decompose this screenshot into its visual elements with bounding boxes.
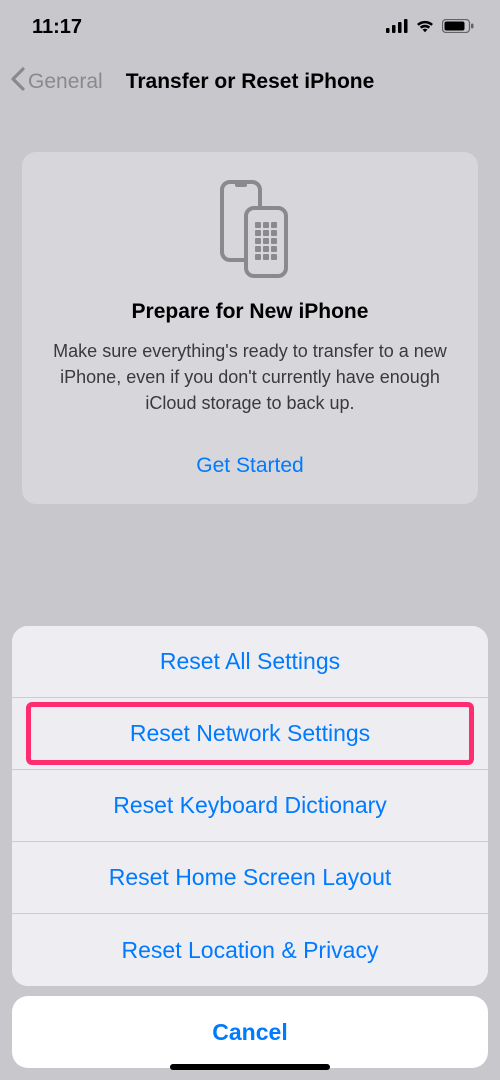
sheet-item-label: Reset Home Screen Layout: [109, 864, 392, 891]
status-time: 11:17: [32, 16, 82, 39]
reset-keyboard-dictionary-button[interactable]: Reset Keyboard Dictionary: [12, 770, 488, 842]
reset-all-settings-button[interactable]: Reset All Settings: [12, 626, 488, 698]
home-indicator[interactable]: [170, 1064, 330, 1070]
reset-network-settings-button[interactable]: Reset Network Settings: [12, 698, 488, 770]
back-label: General: [28, 70, 103, 94]
sheet-item-label: Reset Keyboard Dictionary: [113, 792, 387, 819]
sheet-item-label: Reset Network Settings: [130, 720, 370, 747]
reset-location-privacy-button[interactable]: Reset Location & Privacy: [12, 914, 488, 986]
action-sheet: Reset All Settings Reset Network Setting…: [0, 626, 500, 1080]
sheet-item-label: Reset All Settings: [160, 648, 340, 675]
prepare-title: Prepare for New iPhone: [40, 300, 460, 324]
status-bar: 11:17: [0, 0, 500, 54]
screen: 11:17: [0, 0, 500, 1080]
cellular-icon: [386, 16, 408, 39]
chevron-left-icon: [10, 67, 25, 97]
prepare-icon: [212, 180, 288, 280]
nav-bar: General Transfer or Reset iPhone: [0, 54, 500, 110]
status-indicators: [386, 16, 474, 39]
battery-icon: [442, 16, 474, 39]
back-button[interactable]: General: [10, 67, 103, 97]
cancel-label: Cancel: [212, 1019, 287, 1046]
action-sheet-group: Reset All Settings Reset Network Setting…: [12, 626, 488, 986]
get-started-button[interactable]: Get Started: [40, 454, 460, 504]
sheet-item-label: Reset Location & Privacy: [122, 937, 379, 964]
reset-home-screen-layout-button[interactable]: Reset Home Screen Layout: [12, 842, 488, 914]
prepare-card: Prepare for New iPhone Make sure everyth…: [22, 152, 478, 504]
cancel-button[interactable]: Cancel: [12, 996, 488, 1068]
prepare-description: Make sure everything's ready to transfer…: [40, 338, 460, 416]
wifi-icon: [415, 16, 435, 39]
